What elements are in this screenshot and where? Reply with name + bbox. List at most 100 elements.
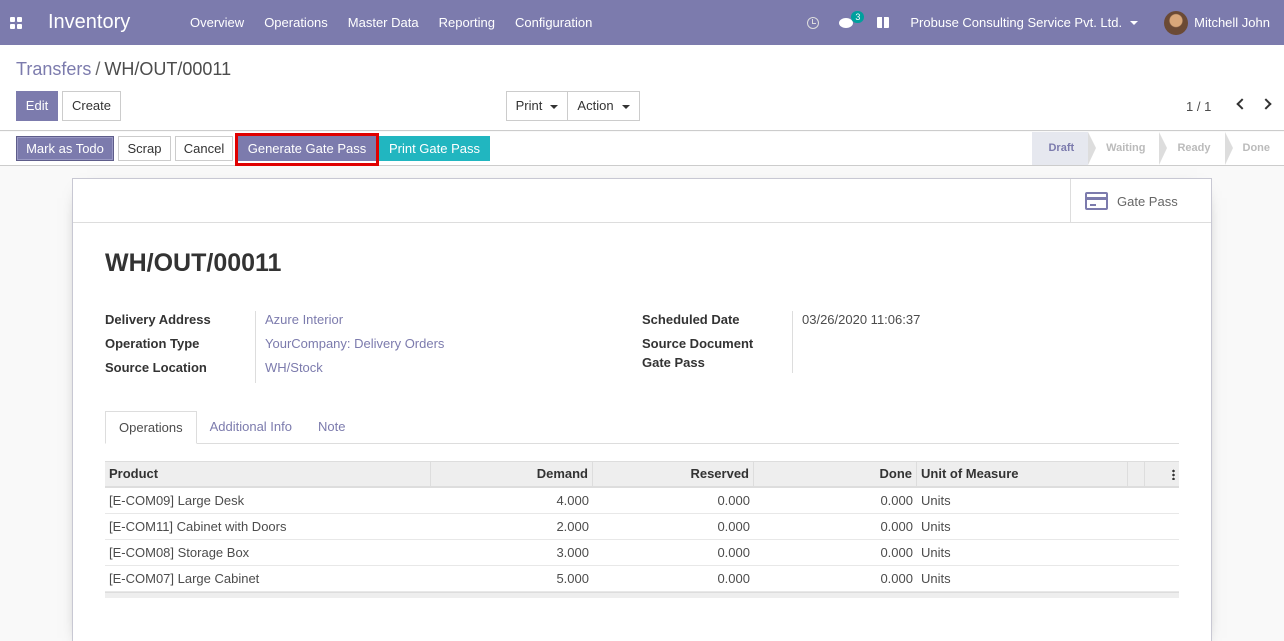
table-row[interactable]: [E-COM08] Storage Box 3.000 0.000 0.000 …: [105, 540, 1179, 566]
navbar-systray: 3 Probuse Consulting Service Pvt. Ltd. M…: [807, 0, 1284, 45]
breadcrumb: Transfers / WH/OUT/00011: [16, 59, 231, 80]
cell-uom: Units: [921, 571, 951, 586]
cell-demand: 2.000: [556, 519, 589, 534]
action-dropdown[interactable]: Action: [567, 91, 640, 121]
tab-additional-info[interactable]: Additional Info: [197, 411, 305, 444]
scheduled-date-label: Scheduled Date: [642, 312, 740, 327]
operation-type-label: Operation Type: [105, 336, 200, 351]
activity-clock-icon[interactable]: [807, 16, 820, 29]
cell-done: 0.000: [880, 519, 913, 534]
left-field-group: Delivery Address Azure Interior Operatio…: [105, 311, 444, 383]
edit-button[interactable]: Edit: [16, 91, 58, 121]
cell-reserved: 0.000: [717, 571, 750, 586]
control-panel: Transfers / WH/OUT/00011 Edit Create Print…: [0, 45, 1284, 131]
operation-type-link[interactable]: YourCompany: Delivery Orders: [255, 335, 444, 359]
smart-button-box: Gate Pass: [73, 179, 1211, 223]
gate-pass-smart-button[interactable]: Gate Pass: [1070, 179, 1211, 223]
cell-product: [E-COM07] Large Cabinet: [109, 571, 260, 586]
stage-pipeline: Draft Waiting Ready Done: [1032, 132, 1284, 165]
table-row[interactable]: [E-COM11] Cabinet with Doors 2.000 0.000…: [105, 514, 1179, 540]
table-footer: [105, 592, 1179, 598]
pager-next-icon[interactable]: [1260, 98, 1272, 110]
cell-demand: 4.000: [556, 493, 589, 508]
breadcrumb-separator: /: [95, 59, 101, 79]
cell-product: [E-COM09] Large Desk: [109, 493, 245, 508]
mark-as-todo-button[interactable]: Mark as Todo: [16, 136, 114, 161]
form-statusbar: Mark as Todo Scrap Cancel Generate Gate …: [0, 132, 1284, 166]
source-document-label: Source Document: [642, 336, 754, 351]
menu-reporting[interactable]: Reporting: [429, 0, 505, 45]
credit-card-icon: [1085, 192, 1108, 210]
cell-product: [E-COM08] Storage Box: [109, 545, 250, 560]
print-dropdown[interactable]: Print: [506, 91, 568, 121]
header-unit-of-measure[interactable]: Unit of Measure: [917, 462, 1128, 486]
table-row[interactable]: [E-COM09] Large Desk 4.000 0.000 0.000 U…: [105, 488, 1179, 514]
caret-down-icon: [550, 104, 559, 109]
top-navbar: Inventory Overview Operations Master Dat…: [0, 0, 1284, 45]
print-gate-pass-button[interactable]: Print Gate Pass: [379, 136, 490, 161]
chat-count-badge: 3: [851, 10, 865, 23]
gift-icon[interactable]: [877, 17, 890, 28]
field-row: Gate Pass: [642, 354, 920, 373]
company-switcher[interactable]: Probuse Consulting Service Pvt. Ltd.: [910, 15, 1139, 30]
header-product[interactable]: Product: [105, 462, 431, 486]
field-row: Source Location WH/Stock: [105, 359, 444, 383]
header-reserved[interactable]: Reserved: [593, 462, 754, 486]
header-demand[interactable]: Demand: [431, 462, 593, 486]
header-done[interactable]: Done: [754, 462, 917, 486]
cell-reserved: 0.000: [717, 545, 750, 560]
create-button[interactable]: Create: [62, 91, 121, 121]
cell-done: 0.000: [880, 571, 913, 586]
apps-menu-icon[interactable]: [0, 0, 32, 45]
cell-uom: Units: [921, 545, 951, 560]
cell-uom: Units: [921, 493, 951, 508]
cell-done: 0.000: [880, 545, 913, 560]
tab-operations[interactable]: Operations: [105, 411, 197, 444]
menu-master-data[interactable]: Master Data: [338, 0, 429, 45]
gate-pass-value: [792, 354, 802, 373]
gate-pass-smart-label: Gate Pass: [1117, 193, 1178, 209]
delivery-address-label: Delivery Address: [105, 312, 211, 327]
menu-operations[interactable]: Operations: [254, 0, 338, 45]
action-label: Action: [577, 98, 614, 113]
scrap-button[interactable]: Scrap: [118, 136, 171, 161]
cell-done: 0.000: [880, 493, 913, 508]
stage-ready: Ready: [1159, 132, 1233, 165]
cell-reserved: 0.000: [717, 493, 750, 508]
caret-down-icon: [1130, 20, 1139, 25]
pager-previous-icon[interactable]: [1236, 98, 1248, 110]
menu-overview[interactable]: Overview: [180, 0, 254, 45]
cell-uom: Units: [921, 519, 951, 534]
stage-done: Done: [1224, 132, 1284, 165]
menu-configuration[interactable]: Configuration: [505, 0, 602, 45]
form-sheet: Gate Pass WH/OUT/00011 Delivery Address …: [72, 178, 1212, 641]
app-brand[interactable]: Inventory: [48, 11, 180, 34]
cell-reserved: 0.000: [717, 519, 750, 534]
header-spacer: [1128, 462, 1145, 486]
cancel-button[interactable]: Cancel: [175, 136, 233, 161]
cell-demand: 3.000: [556, 545, 589, 560]
optional-columns-toggle[interactable]: [1145, 462, 1179, 486]
cell-demand: 5.000: [556, 571, 589, 586]
field-row: Operation Type YourCompany: Delivery Ord…: [105, 335, 444, 359]
source-document-value: [792, 335, 802, 354]
user-menu[interactable]: Mitchell John: [1164, 10, 1270, 35]
messaging-menu[interactable]: 3: [839, 10, 865, 30]
notebook-tabs: Operations Additional Info Note: [105, 411, 1179, 444]
company-name: Probuse Consulting Service Pvt. Ltd.: [910, 15, 1123, 30]
field-row: Scheduled Date 03/26/2020 11:06:37: [642, 311, 920, 335]
field-row: Delivery Address Azure Interior: [105, 311, 444, 335]
pager-value[interactable]: 1 / 1: [1186, 99, 1211, 114]
scheduled-date-value: 03/26/2020 11:06:37: [792, 311, 920, 335]
breadcrumb-transfers[interactable]: Transfers: [16, 59, 91, 79]
kebab-menu-icon: [1172, 469, 1175, 481]
avatar: [1164, 10, 1189, 35]
tab-note[interactable]: Note: [305, 411, 358, 444]
record-title: WH/OUT/00011: [105, 249, 282, 277]
delivery-address-link[interactable]: Azure Interior: [255, 311, 343, 335]
table-row[interactable]: [E-COM07] Large Cabinet 5.000 0.000 0.00…: [105, 566, 1179, 592]
source-location-link[interactable]: WH/Stock: [255, 359, 323, 383]
main-menu: Overview Operations Master Data Reportin…: [180, 0, 602, 45]
stage-waiting: Waiting: [1088, 132, 1168, 165]
caret-down-icon: [621, 104, 630, 109]
